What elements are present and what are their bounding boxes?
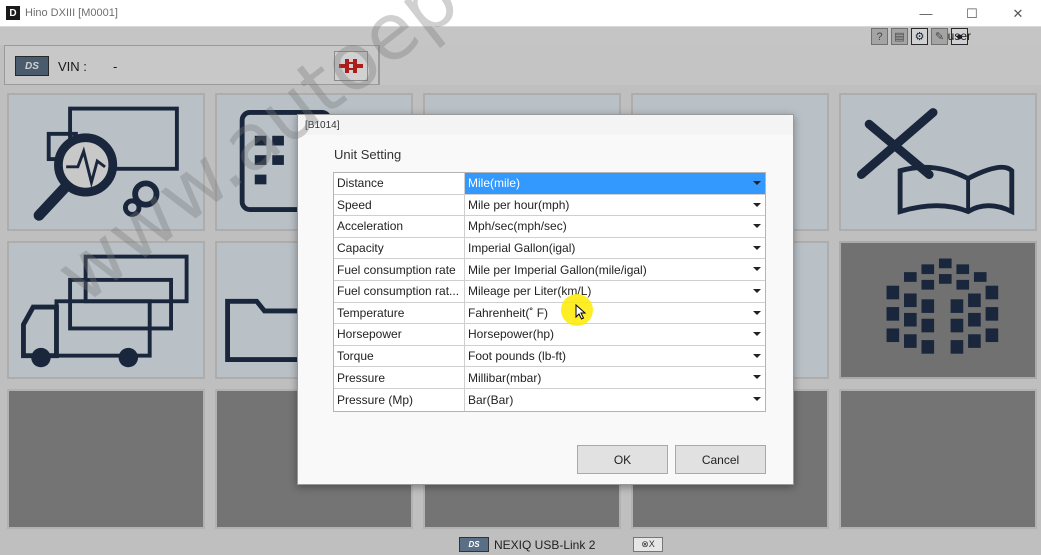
chevron-down-icon[interactable] — [753, 224, 761, 229]
minimize-button[interactable]: — — [903, 0, 949, 27]
horsepower-select[interactable]: Horsepower(hp) — [465, 324, 765, 345]
fuel-consumption-rate-select[interactable]: Mile per Imperial Gallon(mile/igal) — [465, 259, 765, 280]
table-row: Fuel consumption rate Mile per Imperial … — [334, 259, 765, 281]
unit-setting-dialog: [B1014] Unit Setting Distance Mile(mile)… — [297, 114, 794, 485]
table-row: Torque Foot pounds (lb-ft) — [334, 345, 765, 368]
chevron-down-icon[interactable] — [753, 202, 761, 207]
select-value: Mile(mile) — [468, 176, 520, 191]
connection-status-icon[interactable]: ⊗X — [633, 537, 663, 552]
acceleration-select[interactable]: Mph/sec(mph/sec) — [465, 216, 765, 237]
row-label: Speed — [334, 194, 465, 216]
window-title: Hino DXIII [M0001] — [25, 7, 118, 19]
table-row: Pressure (Mp) Bar(Bar) — [334, 388, 765, 411]
adapter-status: NEXIQ USB-Link 2 — [494, 538, 596, 552]
dialog-title: [B1014] — [305, 120, 340, 131]
chevron-down-icon[interactable] — [753, 375, 761, 380]
row-label: Temperature — [334, 302, 465, 324]
close-button[interactable]: ✕ — [995, 0, 1041, 27]
row-label: Acceleration — [334, 216, 465, 237]
status-bar: DS NEXIQ USB-Link 2 ⊗X — [0, 535, 1041, 555]
select-value: Horsepower(hp) — [468, 327, 555, 342]
dialog-body: Unit Setting Distance Mile(mile) Speed M… — [298, 135, 793, 484]
pressure-mp-select[interactable]: Bar(Bar) — [465, 389, 765, 411]
table-row: Temperature Fahrenheit(˚ F) — [334, 302, 765, 325]
speed-select[interactable]: Mile per hour(mph) — [465, 195, 765, 216]
table-row: Pressure Millibar(mbar) — [334, 367, 765, 389]
app-icon: D — [6, 6, 20, 20]
table-row: Speed Mile per hour(mph) — [334, 194, 765, 217]
unit-settings-grid: Distance Mile(mile) Speed Mile per hour(… — [333, 172, 766, 412]
row-label: Pressure (Mp) — [334, 388, 465, 411]
ds-logo: DS — [459, 537, 489, 552]
select-value: Bar(Bar) — [468, 392, 514, 407]
table-row: Fuel consumption rat... Mileage per Lite… — [334, 280, 765, 303]
select-value: Imperial Gallon(igal) — [468, 241, 576, 256]
select-value: Mph/sec(mph/sec) — [468, 219, 567, 234]
capacity-select[interactable]: Imperial Gallon(igal) — [465, 238, 765, 259]
select-value: Mile per hour(mph) — [468, 197, 570, 212]
dialog-heading: Unit Setting — [334, 147, 402, 162]
title-bar: D Hino DXIII [M0001] — ☐ ✕ — [0, 0, 1041, 27]
chevron-down-icon[interactable] — [753, 332, 761, 337]
chevron-down-icon[interactable] — [753, 267, 761, 272]
pressure-select[interactable]: Millibar(mbar) — [465, 367, 765, 388]
chevron-down-icon[interactable] — [753, 181, 761, 185]
ok-button[interactable]: OK — [577, 445, 668, 474]
row-label: Capacity — [334, 237, 465, 259]
table-row: Distance Mile(mile) — [334, 173, 765, 195]
chevron-down-icon[interactable] — [753, 396, 761, 401]
table-row: Capacity Imperial Gallon(igal) — [334, 237, 765, 260]
row-label: Horsepower — [334, 324, 465, 345]
row-label: Fuel consumption rate — [334, 259, 465, 280]
fuel-consumption-rate-2-select[interactable]: Mileage per Liter(km/L) — [465, 281, 765, 302]
select-value: Foot pounds (lb-ft) — [468, 349, 567, 364]
select-value: Millibar(mbar) — [468, 370, 542, 385]
table-row: Acceleration Mph/sec(mph/sec) — [334, 216, 765, 238]
row-label: Distance — [334, 173, 465, 194]
row-label: Fuel consumption rat... — [334, 280, 465, 302]
chevron-down-icon[interactable] — [753, 288, 761, 293]
cancel-button[interactable]: Cancel — [675, 445, 766, 474]
torque-select[interactable]: Foot pounds (lb-ft) — [465, 346, 765, 367]
table-row: Horsepower Horsepower(hp) — [334, 324, 765, 346]
row-label: Torque — [334, 345, 465, 367]
select-value: Fahrenheit(˚ F) — [468, 305, 549, 320]
select-value: Mile per Imperial Gallon(mile/igal) — [468, 262, 647, 277]
maximize-button[interactable]: ☐ — [949, 0, 995, 27]
chevron-down-icon[interactable] — [753, 310, 761, 315]
distance-select[interactable]: Mile(mile) — [465, 173, 765, 194]
mouse-cursor-icon — [575, 304, 587, 320]
chevron-down-icon[interactable] — [753, 353, 761, 358]
window-controls: — ☐ ✕ — [903, 0, 1041, 27]
chevron-down-icon[interactable] — [753, 245, 761, 250]
temperature-select[interactable]: Fahrenheit(˚ F) — [465, 303, 765, 324]
row-label: Pressure — [334, 367, 465, 388]
